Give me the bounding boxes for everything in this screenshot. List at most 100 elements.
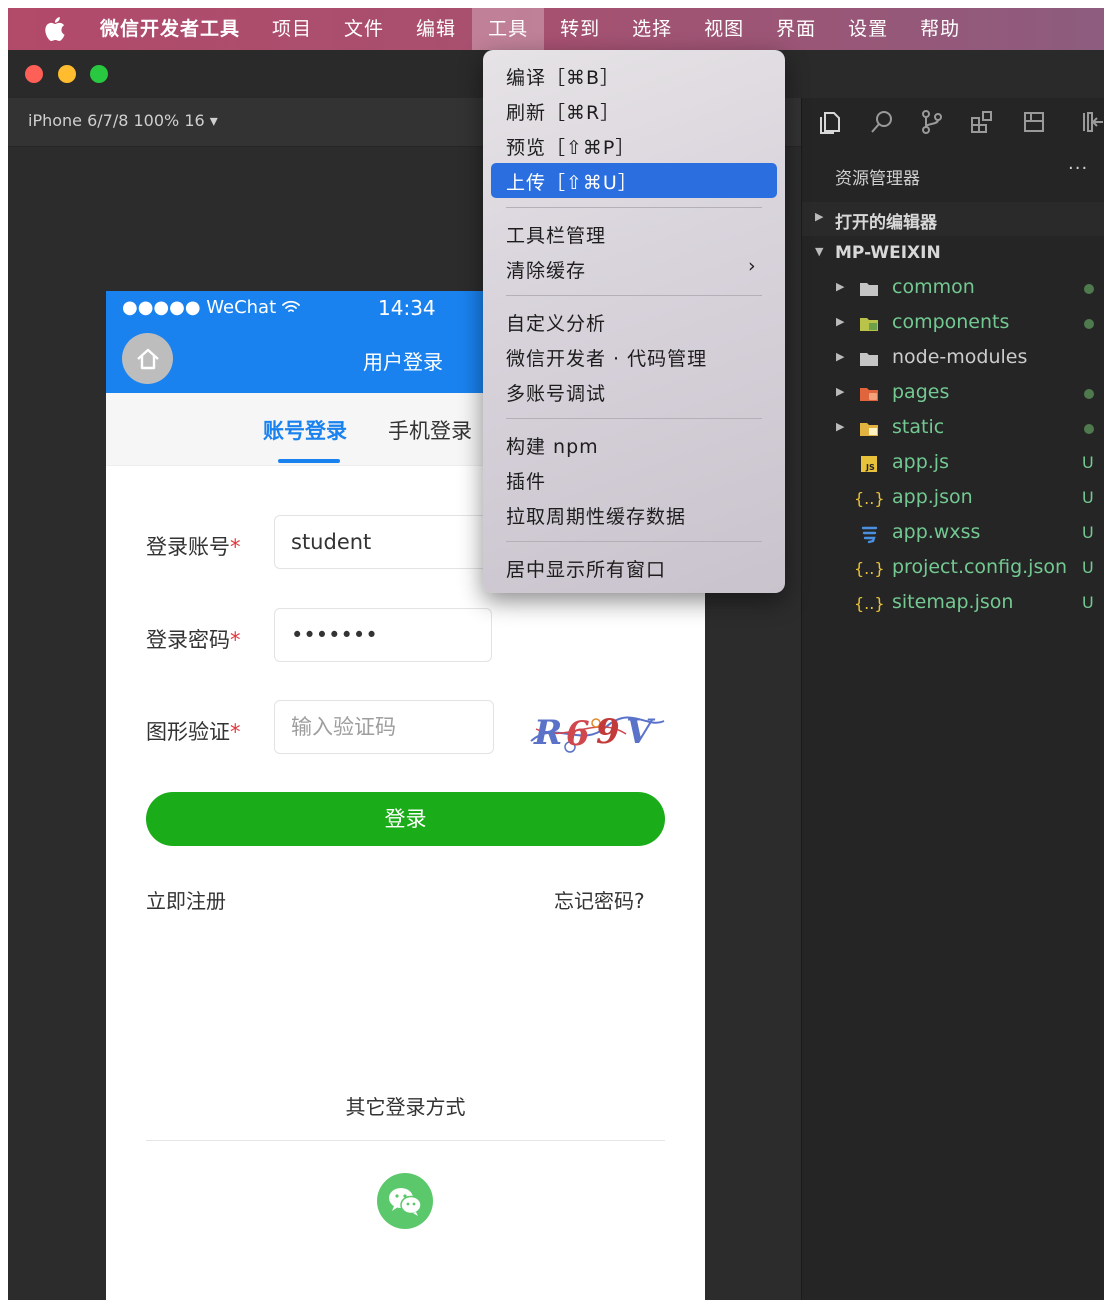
untracked-status: U	[1082, 453, 1094, 472]
menu-item-label: 预览［⇧⌘P］	[506, 137, 636, 159]
more-actions-button[interactable]: ···	[1068, 158, 1088, 179]
extensions-icon[interactable]	[968, 108, 996, 136]
captcha-image[interactable]: R 6 9 V	[526, 699, 666, 759]
device-selector[interactable]: iPhone 6/7/8 100% 16 ▾	[28, 111, 218, 130]
captcha-input[interactable]: 输入验证码	[274, 700, 494, 754]
caret-right-icon: ▶	[836, 350, 845, 363]
account-label: 登录账号*	[146, 531, 241, 561]
components-folder-icon	[860, 318, 878, 331]
pages-folder-icon	[860, 388, 878, 401]
menu-separator	[506, 295, 762, 296]
other-login-title: 其它登录方式	[345, 1095, 466, 1119]
activity-bar	[802, 98, 1104, 146]
menu-item-upload[interactable]: 上传［⇧⌘U］	[491, 163, 777, 198]
tree-item-sitemap-json[interactable]: {..} sitemap.json U	[802, 587, 1104, 621]
caret-down-icon: ▼	[815, 245, 824, 258]
json-file-icon: {..}	[854, 559, 885, 578]
tree-item-project-config-json[interactable]: {..} project.config.json U	[802, 552, 1104, 586]
tree-item-node-modules[interactable]: ▶ node-modules	[802, 342, 1104, 376]
files-icon[interactable]	[816, 108, 844, 136]
tree-item-label: components	[892, 311, 1010, 333]
tree-item-label: sitemap.json	[892, 591, 1014, 613]
minimize-window-button[interactable]	[58, 65, 76, 83]
account-input[interactable]: student	[274, 515, 492, 569]
menu-item-compile[interactable]: 编译［⌘B］	[483, 58, 785, 93]
menu-view[interactable]: 视图	[688, 8, 760, 50]
menu-item-label: 清除缓存	[506, 260, 587, 282]
wechat-glyph	[389, 1188, 422, 1216]
tree-item-common[interactable]: ▶ common	[802, 272, 1104, 306]
required-mark: *	[230, 628, 241, 652]
tree-item-components[interactable]: ▶ components	[802, 307, 1104, 341]
caret-right-icon: ▶	[836, 385, 845, 398]
layout-icon[interactable]	[1020, 108, 1048, 136]
login-button[interactable]: 登录	[146, 792, 665, 846]
menu-interface[interactable]: 界面	[760, 8, 832, 50]
tree-item-label: app.wxss	[892, 521, 981, 543]
menu-item-label: 插件	[506, 471, 547, 493]
menu-item-center-windows[interactable]: 居中显示所有窗口	[483, 550, 785, 585]
account-label-text: 登录账号	[146, 535, 230, 559]
menu-item-clear-cache[interactable]: 清除缓存 ›	[483, 251, 785, 286]
menu-app-name[interactable]: 微信开发者工具	[84, 8, 256, 50]
tree-item-label: node-modules	[892, 346, 1028, 368]
tree-item-app-json[interactable]: {..} app.json U	[802, 482, 1104, 516]
password-input[interactable]: •••••••	[274, 608, 492, 662]
section-mp-weixin[interactable]: ▼ MP-WEIXIN	[802, 237, 1104, 271]
menu-item-label: 刷新［⌘R］	[506, 102, 621, 124]
menu-item-custom-analysis[interactable]: 自定义分析	[483, 304, 785, 339]
menu-settings[interactable]: 设置	[832, 8, 904, 50]
svg-text:R: R	[533, 713, 562, 753]
tab-phone-login[interactable]: 手机登录	[388, 415, 472, 445]
menu-project[interactable]: 项目	[256, 8, 328, 50]
menu-goto[interactable]: 转到	[544, 8, 616, 50]
menu-item-label: 编译［⌘B］	[506, 67, 621, 89]
close-window-button[interactable]	[25, 65, 43, 83]
other-login-divider	[146, 1140, 665, 1141]
tree-item-label: pages	[892, 381, 950, 403]
tab-account-login[interactable]: 账号登录	[263, 415, 347, 445]
menu-item-preview[interactable]: 预览［⇧⌘P］	[483, 128, 785, 163]
svg-text:6: 6	[566, 714, 590, 754]
menu-item-fetch-cache-data[interactable]: 拉取周期性缓存数据	[483, 497, 785, 532]
menu-edit[interactable]: 编辑	[400, 8, 472, 50]
menu-item-label: 拉取周期性缓存数据	[506, 506, 687, 528]
captcha-graphic: R 6 9 V	[530, 712, 665, 754]
section-open-editors[interactable]: ▶ 打开的编辑器	[802, 202, 1104, 236]
forgot-password-link[interactable]: 忘记密码?	[554, 885, 645, 914]
tree-item-app-js[interactable]: JS app.js U	[802, 447, 1104, 481]
search-icon[interactable]	[868, 108, 896, 136]
zoom-window-button[interactable]	[90, 65, 108, 83]
apple-logo-icon[interactable]	[42, 16, 66, 42]
static-folder-icon	[860, 423, 878, 436]
register-link[interactable]: 立即注册	[146, 885, 226, 914]
home-button[interactable]	[122, 333, 173, 384]
tree-item-static[interactable]: ▶ static	[802, 412, 1104, 446]
wechat-login-icon[interactable]	[377, 1173, 433, 1229]
menu-separator	[506, 418, 762, 419]
menu-help[interactable]: 帮助	[904, 8, 976, 50]
menu-bar: 微信开发者工具 项目 文件 编辑 工具 转到 选择 视图 界面 设置 帮助	[8, 8, 1104, 50]
menu-select[interactable]: 选择	[616, 8, 688, 50]
tree-item-label: app.json	[892, 486, 973, 508]
tree-item-app-wxss[interactable]: app.wxss U	[802, 517, 1104, 551]
menu-item-plugins[interactable]: 插件	[483, 462, 785, 497]
source-control-icon[interactable]	[918, 108, 946, 136]
svg-text:V: V	[626, 712, 656, 752]
menu-file[interactable]: 文件	[328, 8, 400, 50]
css-file-icon	[861, 526, 878, 544]
untracked-status: U	[1082, 523, 1094, 542]
tree-item-label: common	[892, 276, 975, 298]
menu-item-toolbar-manage[interactable]: 工具栏管理	[483, 216, 785, 251]
tree-item-pages[interactable]: ▶ pages	[802, 377, 1104, 411]
menu-item-refresh[interactable]: 刷新［⌘R］	[483, 93, 785, 128]
status-bar-carrier: ●●●●● WeChat	[122, 297, 300, 318]
menu-item-code-management[interactable]: 微信开发者 · 代码管理	[483, 339, 785, 374]
menu-item-multi-account-debug[interactable]: 多账号调试	[483, 374, 785, 409]
modified-dot	[1084, 319, 1094, 329]
menu-item-build-npm[interactable]: 构建 npm	[483, 427, 785, 462]
status-bar-time: 14:34	[378, 296, 436, 320]
required-mark: *	[230, 720, 241, 744]
collapse-panel-icon[interactable]	[1078, 108, 1104, 136]
menu-tools[interactable]: 工具	[472, 8, 545, 50]
